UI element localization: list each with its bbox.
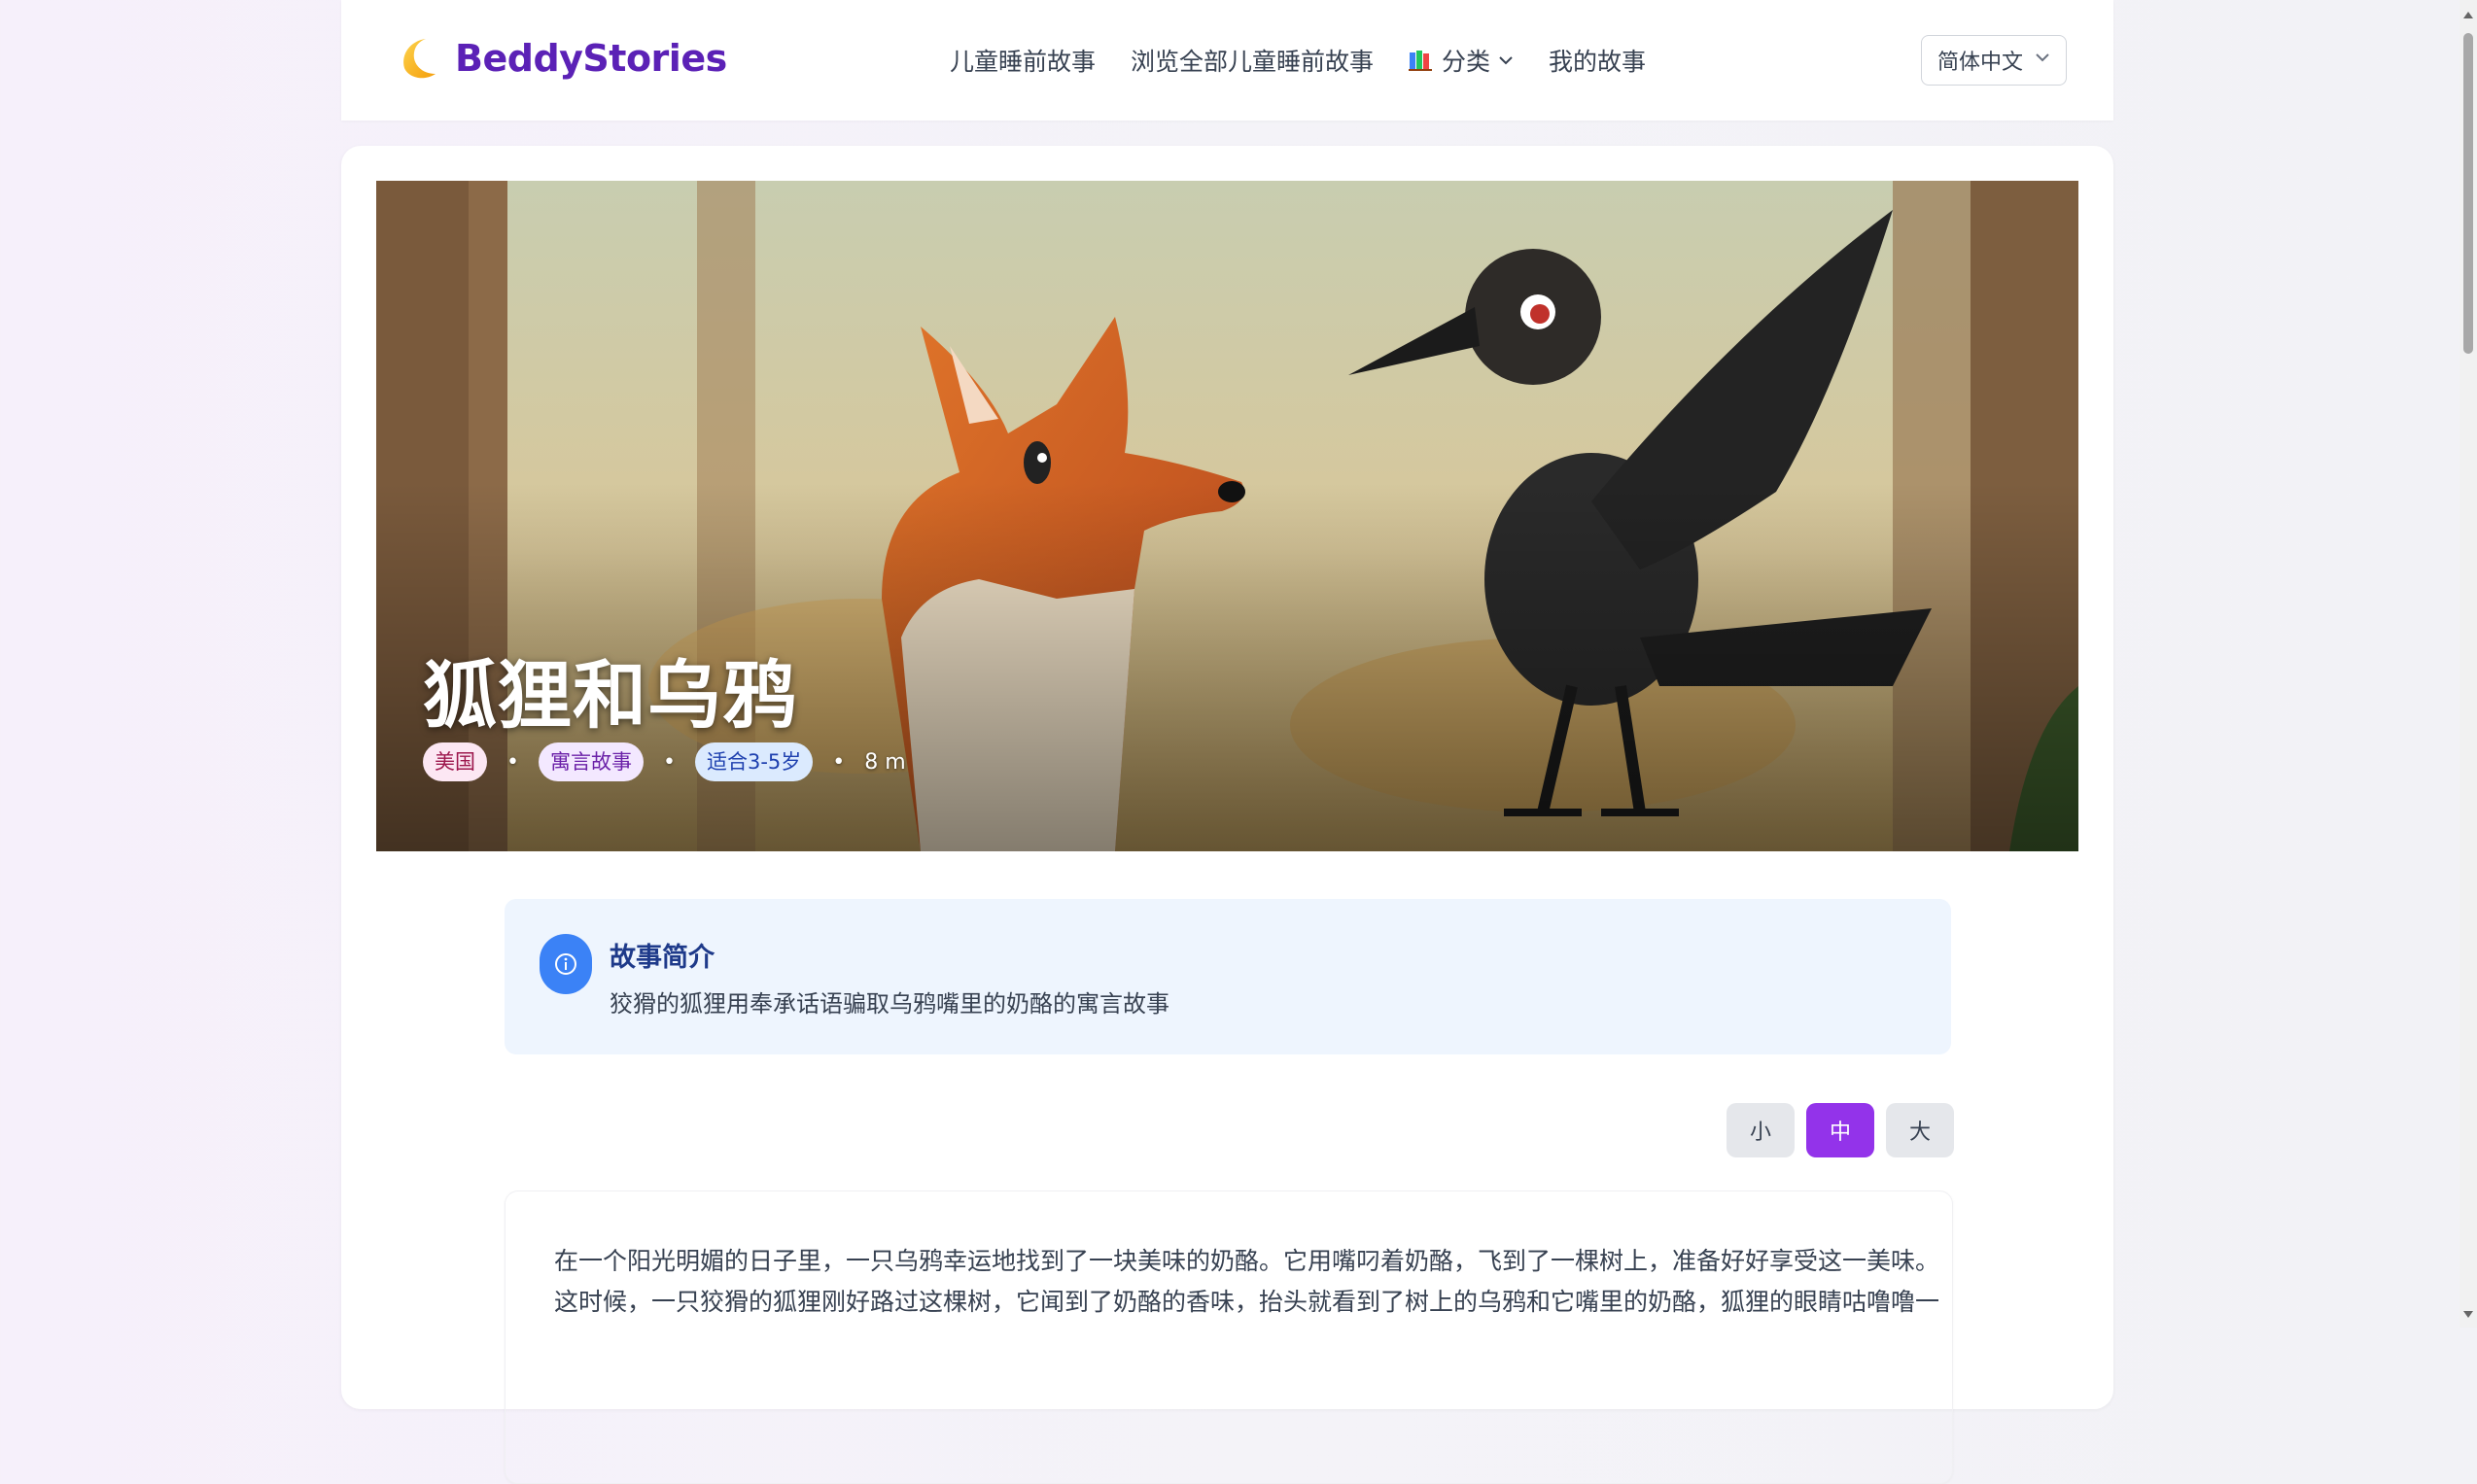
story-tags: 美国 • 寓言故事 • 适合3-5岁 • 8 m <box>423 742 906 781</box>
books-icon <box>1409 51 1433 71</box>
separator-dot: • <box>506 749 519 775</box>
nav-label: 我的故事 <box>1549 48 1647 76</box>
hero-banner: 狐狸和乌鸦 美国 • 寓言故事 • 适合3-5岁 • 8 m <box>376 181 2078 851</box>
nav-my-stories[interactable]: 我的故事 <box>1549 43 1646 78</box>
summary-heading: 故事简介 <box>610 943 715 973</box>
summary-text: 狡猾的狐狸用奉承话语骗取乌鸦嘴里的奶酪的寓言故事 <box>610 990 1169 1018</box>
nav-label: 浏览全部儿童睡前故事 <box>1131 48 1375 76</box>
font-size-large-button[interactable]: 大 <box>1886 1103 1954 1157</box>
brand-logo[interactable]: BeddyStories <box>397 35 727 82</box>
story-card: 狐狸和乌鸦 美国 • 寓言故事 • 适合3-5岁 • 8 m 故事简介 狡猾的狐… <box>341 146 2113 1484</box>
story-content: 在一个阳光明媚的日子里，一只乌鸦幸运地找到了一块美味的奶酪。它用嘴叼着奶酪，飞到… <box>505 1191 1953 1484</box>
info-icon <box>540 934 592 994</box>
nav-bedtime-stories[interactable]: 儿童睡前故事 <box>950 43 1096 78</box>
crescent-moon-icon <box>403 39 436 79</box>
site-header: BeddyStories 儿童睡前故事 浏览全部儿童睡前故事 分类 我的故事 简… <box>341 0 2113 121</box>
brand-name: BeddyStories <box>455 37 727 80</box>
scroll-up-arrow-icon[interactable] <box>2463 12 2473 18</box>
story-summary: 故事简介 狡猾的狐狸用奉承话语骗取乌鸦嘴里的奶酪的寓言故事 <box>505 899 1951 1054</box>
font-size-toggle: 小 中 大 <box>1727 1103 1954 1157</box>
language-select[interactable]: 简体中文 <box>1921 35 2067 86</box>
nav-categories-dropdown[interactable]: 分类 <box>1409 43 1514 78</box>
separator-dot: • <box>832 749 846 775</box>
language-value: 简体中文 <box>1937 51 2024 75</box>
font-size-small-button[interactable]: 小 <box>1727 1103 1795 1157</box>
story-paragraph-line: 在一个阳光明媚的日子里，一只乌鸦幸运地找到了一块美味的奶酪。它用嘴叼着奶酪，飞到… <box>554 1247 1940 1275</box>
tag-genre[interactable]: 寓言故事 <box>538 742 644 781</box>
chevron-down-icon <box>1499 56 1513 65</box>
story-duration: 8 m <box>864 749 906 775</box>
nav-label: 分类 <box>1442 48 1491 76</box>
nav-browse-all[interactable]: 浏览全部儿童睡前故事 <box>1131 43 1374 78</box>
scroll-down-arrow-icon[interactable] <box>2463 1311 2473 1318</box>
tag-country[interactable]: 美国 <box>423 742 487 781</box>
story-paragraph-line: 这时候，一只狡猾的狐狸刚好路过这棵树，它闻到了奶酪的香味，抬头就看到了树上的乌鸦… <box>554 1288 1940 1316</box>
font-size-medium-button[interactable]: 中 <box>1806 1103 1874 1157</box>
scroll-thumb[interactable] <box>2463 33 2473 354</box>
main-nav: 儿童睡前故事 浏览全部儿童睡前故事 分类 我的故事 <box>950 0 1681 121</box>
page-scrollbar[interactable] <box>2460 0 2477 1328</box>
tag-age[interactable]: 适合3-5岁 <box>694 742 814 781</box>
nav-label: 儿童睡前故事 <box>950 48 1097 76</box>
chevron-down-icon <box>2036 53 2049 62</box>
story-title: 狐狸和乌鸦 <box>423 652 797 739</box>
separator-dot: • <box>662 749 676 775</box>
